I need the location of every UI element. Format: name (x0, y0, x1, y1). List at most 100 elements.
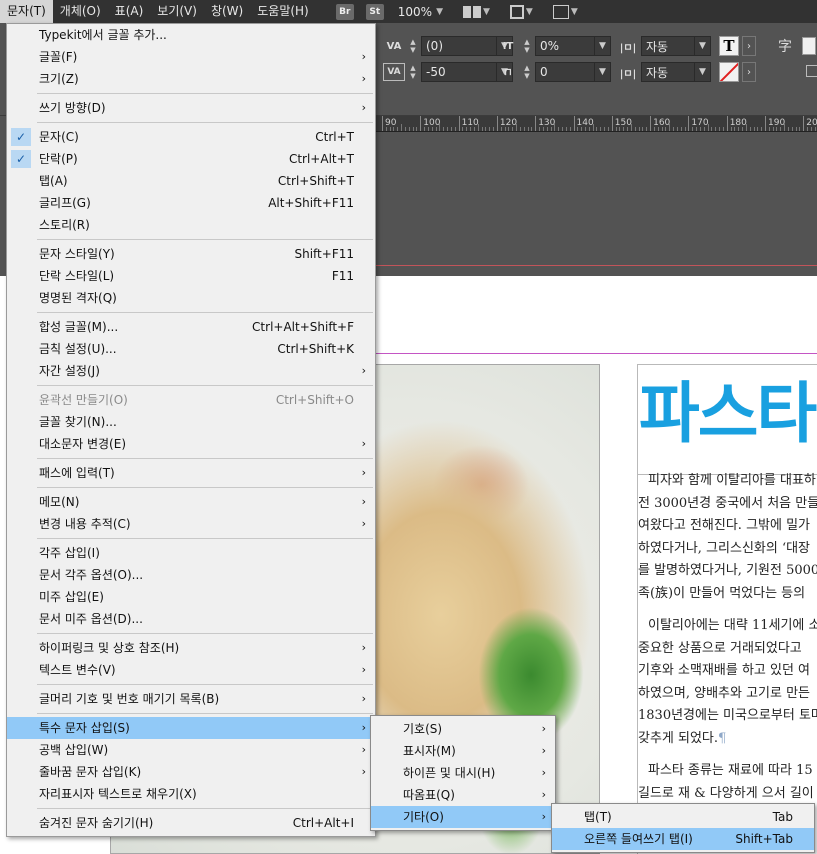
chevron-right-icon[interactable]: › (742, 62, 756, 82)
ruler-minor-tick (653, 127, 655, 131)
arrange-chevron-down-icon[interactable]: ▼ (571, 7, 578, 17)
arrange-documents-icon[interactable] (552, 4, 569, 19)
menu-item-문서-각주-옵션[interactable]: 문서 각주 옵션(O)... (7, 564, 375, 586)
menu-item-특수-문자-삽입[interactable]: 특수 문자 삽입(S) › (7, 717, 375, 739)
menu-item-shortcut: Ctrl+Shift+O (275, 393, 354, 407)
char-type-field[interactable] (802, 37, 816, 55)
menu-item-단락[interactable]: ✓ 단락(P) Ctrl+Alt+T (7, 148, 375, 170)
menu-item-문서-미주-옵션[interactable]: 문서 미주 옵션(D)... (7, 608, 375, 630)
menu-item-글머리-기호-및-번호-매기기-목록[interactable]: 글머리 기호 및 번호 매기기 목록(B) › (7, 688, 375, 710)
option-checkbox[interactable] (806, 65, 817, 77)
view-options-icon[interactable] (462, 5, 481, 18)
chevron-right-icon[interactable]: › (742, 36, 756, 56)
auto-field-1[interactable]: 자동 ▼ (641, 36, 711, 56)
chevron-down-icon[interactable]: ▼ (594, 63, 610, 81)
horizontal-ruler[interactable]: 90100110120130140150160170180190200 (376, 116, 817, 132)
zoom-level[interactable]: 100% (398, 5, 432, 19)
menu-item-label: 명명된 격자(Q) (39, 291, 117, 305)
chevron-down-icon[interactable]: ▼ (694, 63, 710, 81)
ruler-minor-tick (738, 127, 740, 131)
menu-item-기타[interactable]: 기타(O) › (371, 806, 555, 828)
text-fill-icon[interactable]: T (719, 36, 739, 56)
screen-chevron-down-icon[interactable]: ▼ (526, 7, 533, 17)
chevron-down-icon[interactable]: ▼ (694, 37, 710, 55)
menu-item-label: 단락 스타일(L) (39, 269, 115, 283)
menu-item-하이퍼링크-및-상호-참조[interactable]: 하이퍼링크 및 상호 참조(H) › (7, 637, 375, 659)
menubar-item-4[interactable]: 창(W) (204, 0, 250, 23)
vertical-scale-stepper[interactable]: ▲ ▼ (521, 37, 533, 55)
menu-item-글꼴[interactable]: 글꼴(F) › (7, 46, 375, 68)
submenu-arrow-icon: › (361, 495, 366, 508)
checkmark-icon: ✓ (11, 128, 31, 146)
baseline-stepper[interactable]: ▲ ▼ (521, 63, 533, 81)
menu-item-자리표시자-텍스트로-채우기[interactable]: 자리표시자 텍스트로 채우기(X) (7, 783, 375, 805)
menu-item-스토리[interactable]: 스토리(R) (7, 214, 375, 236)
menu-item-따옴표[interactable]: 따옴표(Q) › (371, 784, 555, 806)
baseline-field[interactable]: 0 ▼ (535, 62, 611, 82)
ruler-minor-tick (634, 127, 636, 131)
chevron-down-icon[interactable]: ▼ (594, 37, 610, 55)
menu-item-금칙-설정[interactable]: 금칙 설정(U)... Ctrl+Shift+K (7, 338, 375, 360)
menu-item-탭[interactable]: 탭(T) Tab (552, 806, 814, 828)
ruler-minor-tick (669, 124, 671, 131)
ruler-minor-tick (584, 127, 586, 131)
char-spacing-icon: |ㅁ| (619, 42, 637, 54)
ruler-minor-tick (519, 127, 521, 131)
bridge-icon[interactable]: Br (335, 3, 354, 20)
auto-field-2[interactable]: 자동 ▼ (641, 62, 711, 82)
menu-item-크기[interactable]: 크기(Z) › (7, 68, 375, 90)
menu-item-숨겨진-문자-숨기기[interactable]: 숨겨진 문자 숨기기(H) Ctrl+Alt+I (7, 812, 375, 834)
menu-item-명명된-격자[interactable]: 명명된 격자(Q) (7, 287, 375, 309)
menu-item-자간-설정[interactable]: 자간 설정(J) › (7, 360, 375, 382)
vertical-scale-field[interactable]: 0% ▼ (535, 36, 611, 56)
menu-item-글리프[interactable]: 글리프(G) Alt+Shift+F11 (7, 192, 375, 214)
menu-item-변경-내용-추적[interactable]: 변경 내용 추적(C) › (7, 513, 375, 535)
ruler-minor-tick (711, 127, 713, 131)
stock-icon[interactable]: St (365, 3, 384, 20)
menu-item-대소문자-변경[interactable]: 대소문자 변경(E) › (7, 433, 375, 455)
ruler-minor-tick (431, 127, 433, 131)
body-line: 파스타 종류는 재료에 따라 15 (648, 763, 813, 778)
menu-item-공백-삽입[interactable]: 공백 삽입(W) › (7, 739, 375, 761)
menubar-item-0[interactable]: 문자(T) (0, 0, 53, 23)
menu-item-단락-스타일[interactable]: 단락 스타일(L) F11 (7, 265, 375, 287)
menu-item-각주-삽입[interactable]: 각주 삽입(I) (7, 542, 375, 564)
tracking-stepper[interactable]: ▲ ▼ (407, 63, 419, 81)
menu-item-shortcut: Ctrl+Shift+K (277, 342, 354, 356)
menu-item-패스에-입력[interactable]: 패스에 입력(T) › (7, 462, 375, 484)
submenu-arrow-icon: › (361, 517, 366, 530)
menu-item-문자-스타일[interactable]: 문자 스타일(Y) Shift+F11 (7, 243, 375, 265)
menu-item-하이픈-및-대시[interactable]: 하이픈 및 대시(H) › (371, 762, 555, 784)
pilcrow-mark: ¶ (718, 730, 727, 746)
menu-item-탭[interactable]: 탭(A) Ctrl+Shift+T (7, 170, 375, 192)
submenu-arrow-icon: › (361, 721, 366, 734)
menu-item-글꼴-찾기[interactable]: 글꼴 찾기(N)... (7, 411, 375, 433)
menu-item-미주-삽입[interactable]: 미주 삽입(E) (7, 586, 375, 608)
menu-item-텍스트-변수[interactable]: 텍스트 변수(V) › (7, 659, 375, 681)
menu-item-문자[interactable]: ✓ 문자(C) Ctrl+T (7, 126, 375, 148)
menu-item-기호[interactable]: 기호(S) › (371, 718, 555, 740)
ruler-minor-tick (527, 127, 529, 131)
zoom-chevron-down-icon[interactable]: ▼ (436, 7, 443, 17)
menubar-item-5[interactable]: 도움말(H) (250, 0, 316, 23)
menu-item-메모[interactable]: 메모(N) › (7, 491, 375, 513)
menubar-item-1[interactable]: 개체(O) (53, 0, 108, 23)
ruler-minor-tick (443, 127, 445, 131)
menu-item-오른쪽-들여쓰기-탭[interactable]: 오른쪽 들여쓰기 탭(I) Shift+Tab (552, 828, 814, 850)
menubar-item-2[interactable]: 표(A) (108, 0, 151, 23)
kerning-stepper[interactable]: ▲ ▼ (407, 37, 419, 55)
menu-item-label: 미주 삽입(E) (39, 590, 104, 604)
menu-item-표시자[interactable]: 표시자(M) › (371, 740, 555, 762)
menu-item-합성-글꼴[interactable]: 합성 글꼴(M)... Ctrl+Alt+Shift+F (7, 316, 375, 338)
menu-separator (37, 239, 373, 240)
menubar-item-3[interactable]: 보기(V) (150, 0, 204, 23)
screen-mode-icon[interactable] (509, 4, 524, 19)
menu-item-쓰기-방향[interactable]: 쓰기 방향(D) › (7, 97, 375, 119)
menu-item-label: 텍스트 변수(V) (39, 663, 116, 677)
menu-item-typekit에서-글꼴-추가[interactable]: Typekit에서 글꼴 추가... (7, 24, 375, 46)
no-stroke-icon[interactable] (719, 62, 739, 82)
margin-guide (376, 353, 817, 354)
view-chevron-down-icon[interactable]: ▼ (483, 7, 490, 17)
body-line: 1830년경에는 미국으로부터 토마 (638, 708, 817, 723)
menu-item-줄바꿈-문자-삽입[interactable]: 줄바꿈 문자 삽입(K) › (7, 761, 375, 783)
